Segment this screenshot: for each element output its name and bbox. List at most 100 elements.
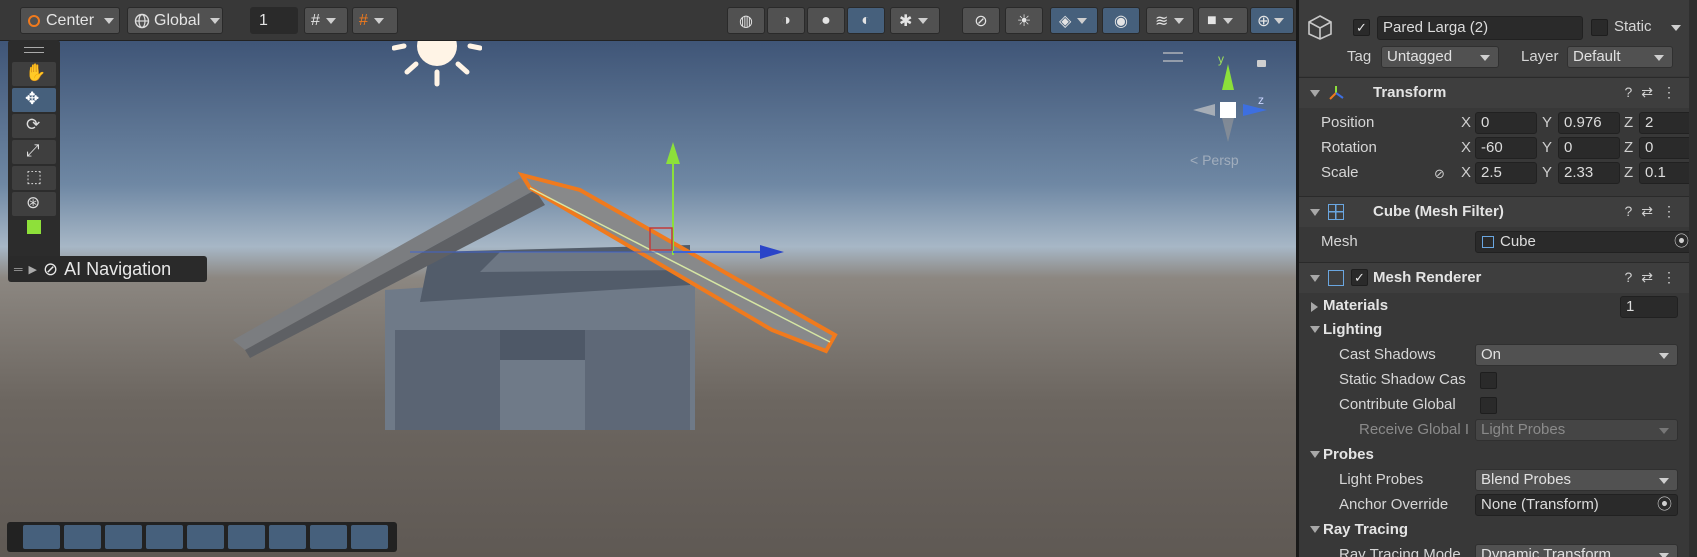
lighting-label[interactable]: Lighting [1323,321,1382,338]
object-name-field[interactable]: Pared Larga (2) [1377,16,1583,40]
rotation-y-field[interactable]: 0 [1558,137,1620,159]
grid-size-value: 1 [259,11,268,29]
camera-icon: ■ [1207,11,1217,29]
camera-overlay-button[interactable] [310,525,347,549]
transform-tool-button[interactable]: ⊛ [12,192,56,216]
move-tool-button[interactable]: ✥ [12,88,56,112]
grid-overlay-button[interactable] [105,525,142,549]
visibility-toggle-button[interactable]: ◉ [1102,7,1140,34]
transform-header[interactable]: Transform ?⇄⋮ [1299,77,1697,108]
scale-y-field[interactable]: 2.33 [1558,162,1620,184]
mesh-renderer-header[interactable]: ✓ Mesh Renderer ?⇄⋮ [1299,262,1697,293]
help-icon[interactable]: ? [1624,84,1641,100]
position-x-field[interactable]: 0 [1475,112,1537,134]
component-header-icons[interactable]: ?⇄⋮ [1624,84,1685,101]
scene-view[interactable]: y z < Persp Center Global 1 # # ◍ ◑ ● ◐ … [0,0,1296,557]
object-picker-icon[interactable]: ⦿ [1674,232,1689,252]
help-icon[interactable]: ? [1624,269,1641,285]
space-dropdown[interactable]: Global [127,7,223,34]
scale-z-field[interactable]: 0.1 [1639,162,1695,184]
camera-dropdown[interactable]: ■ [1198,7,1248,34]
object-picker-icon[interactable]: ⦿ [1657,495,1672,515]
presets-icon[interactable]: ⇄ [1641,269,1662,285]
materials-count-field[interactable]: 1 [1620,296,1678,318]
materials-label[interactable]: Materials [1323,297,1388,314]
receive-global-value: Light Probes [1481,421,1566,438]
layers-dropdown[interactable]: ≋ [1146,7,1194,34]
ai-navigation-overlay[interactable]: ═ ▶ ⊘ AI Navigation [8,256,207,282]
grid-snap-dropdown[interactable]: # [304,7,348,34]
lighting-overlay-button[interactable] [146,525,183,549]
toggle-lighting-button[interactable]: ☀ [1005,7,1043,34]
layer-dropdown[interactable]: Default [1567,46,1673,68]
view-tool-button[interactable]: ✋ [12,62,56,86]
light-probes-dropdown[interactable]: Blend Probes [1475,469,1678,491]
rotate-icon: ⟳ [26,115,41,134]
search-overlay-button[interactable] [228,525,265,549]
draw-mode-shaded-button[interactable]: ● [807,7,845,34]
grid-size-input[interactable]: 1 [250,7,298,34]
static-checkbox[interactable] [1591,19,1608,36]
rect-tool-button[interactable]: ⬚ [12,166,56,190]
kebab-menu-icon[interactable]: ⋮ [1662,84,1685,100]
anchor-override-field[interactable]: None (Transform) ⦿ [1475,494,1678,516]
draw-mode-wireframe-button[interactable]: ◍ [727,7,765,34]
foldout-collapsed-icon[interactable] [1311,302,1318,312]
cast-shadows-dropdown[interactable]: On [1475,344,1678,366]
contribute-global-checkbox[interactable] [1480,397,1497,414]
inspector-scrollbar[interactable] [1689,0,1697,557]
cast-shadows-value: On [1481,346,1502,363]
component-header-icons[interactable]: ?⇄⋮ [1624,203,1685,220]
light-probes-value: Blend Probes [1481,471,1572,488]
mesh-label: Mesh [1321,233,1358,250]
lock-icon[interactable] [1257,60,1266,67]
static-dropdown-icon[interactable] [1671,25,1681,31]
mesh-object-field[interactable]: Cube ⦿ [1475,231,1695,253]
overlay-menu-icon[interactable] [1163,52,1183,62]
effects-dropdown[interactable]: ◈ [1050,7,1098,34]
tag-dropdown[interactable]: Untagged [1381,46,1499,68]
custom-tool-button[interactable] [12,218,56,242]
pivot-dropdown[interactable]: Center [20,7,120,34]
unlink-icon[interactable]: ⊘ [1434,166,1445,182]
toggle-2d-button[interactable]: ⊘ [962,7,1000,34]
scale-tool-button[interactable]: ⤢ [12,140,56,164]
presets-icon[interactable]: ⇄ [1641,84,1662,100]
drag-handle-icon[interactable] [24,47,44,53]
rotation-z-field[interactable]: 0 [1639,137,1695,159]
scale-x-field[interactable]: 2.5 [1475,162,1537,184]
move-overlay-button[interactable] [23,525,60,549]
mesh-filter-header[interactable]: Cube (Mesh Filter) ?⇄⋮ [1299,196,1697,227]
scale-icon: ⤢ [26,141,40,160]
debug-draw-dropdown[interactable]: ✱ [890,7,940,34]
house-model[interactable] [0,40,1296,557]
projection-label[interactable]: < Persp [1190,152,1239,168]
gizmos-dropdown[interactable]: ⊕ [1250,7,1294,34]
draw-mode-shaded-wire-button[interactable]: ◑ [767,7,805,34]
ray-tracing-label[interactable]: Ray Tracing [1323,521,1408,538]
scale-z-label: Z [1624,164,1634,181]
active-checkbox[interactable]: ✓ [1353,19,1370,36]
component-header-icons[interactable]: ?⇄⋮ [1624,269,1685,286]
kebab-menu-icon[interactable]: ⋮ [1662,203,1685,219]
position-z-field[interactable]: 2 [1639,112,1695,134]
navmesh-overlay-button[interactable] [187,525,224,549]
presets-icon[interactable]: ⇄ [1641,203,1662,219]
navigation-overlay-button[interactable] [351,525,388,549]
pivot-overlay-button[interactable] [269,525,306,549]
mesh-filter-body: Mesh Cube ⦿ [1299,227,1697,257]
probes-label[interactable]: Probes [1323,446,1374,463]
help-icon[interactable]: ? [1624,203,1641,219]
ray-tracing-mode-dropdown[interactable]: Dynamic Transform [1475,544,1678,557]
static-shadow-checkbox[interactable] [1480,372,1497,389]
scene-viewport[interactable]: y z < Persp [0,28,1296,557]
kebab-menu-icon[interactable]: ⋮ [1662,269,1685,285]
mesh-renderer-enabled-checkbox[interactable]: ✓ [1351,269,1368,286]
position-y-field[interactable]: 0.976 [1558,112,1620,134]
draw-mode-lit-button[interactable]: ◐ [847,7,885,34]
rotation-x-field[interactable]: -60 [1475,137,1537,159]
increment-snap-dropdown[interactable]: # [352,7,398,34]
foldout-arrow-icon [1310,326,1320,333]
rotate-tool-button[interactable]: ⟳ [12,114,56,138]
settings-overlay-button[interactable] [64,525,101,549]
